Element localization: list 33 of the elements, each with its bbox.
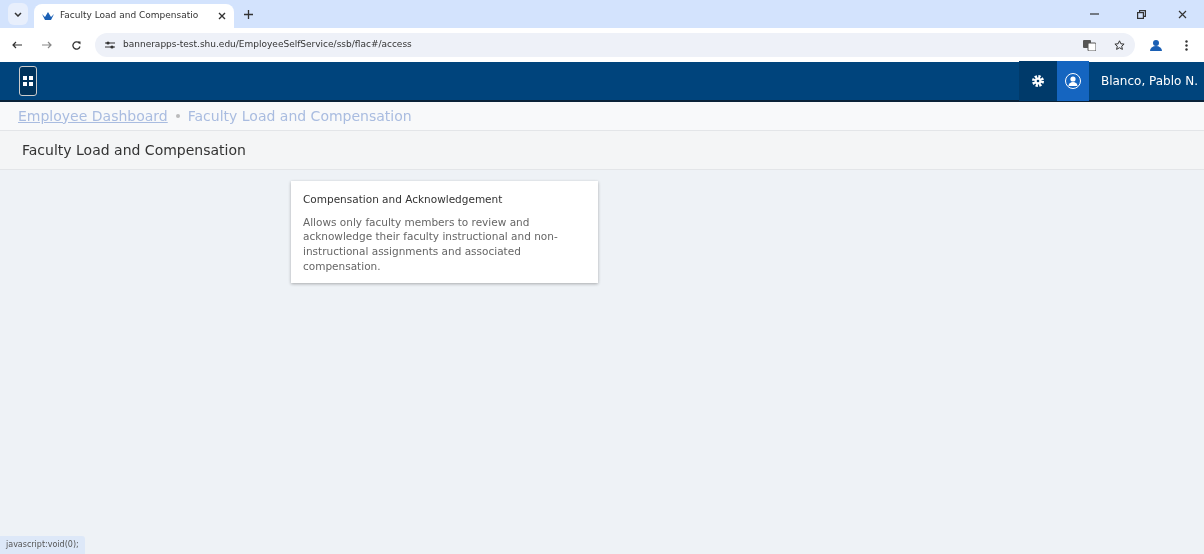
- reload-icon[interactable]: [72, 40, 81, 50]
- crown-icon: [42, 11, 54, 21]
- address-bar[interactable]: bannerapps-test.shu.edu/EmployeeSelfService/ssb/flac#/access: [95, 33, 1135, 57]
- app-card[interactable]: Compensation and Acknowledgement Allows only faculty members to review and acknowledge their faculty instructional and non-instructional assignments and associated compensation.: [291, 181, 598, 284]
- close-icon[interactable]: [218, 12, 226, 20]
- close-icon[interactable]: [1178, 10, 1187, 19]
- breadcrumb-current: Faculty Load and Compensation: [187, 106, 412, 126]
- settings-icon: [1030, 74, 1045, 88]
- url-text: bannerapps-test.shu.edu/EmployeeSelfService/ssb/flac#/access: [123, 38, 413, 52]
- tab-list-button[interactable]: [8, 3, 28, 25]
- profile-icon[interactable]: [1149, 38, 1163, 52]
- plus-icon[interactable]: [244, 10, 253, 19]
- settings-button[interactable]: [1018, 61, 1057, 101]
- user-button[interactable]: [1056, 61, 1089, 101]
- card-description: Allows only faculty members to review and acknowledge their faculty instructional and non-instructional assignments and associated compensation.: [303, 214, 559, 274]
- separator-dot: [175, 114, 180, 118]
- translate-icon[interactable]: [1083, 39, 1096, 51]
- menu-icon[interactable]: [1185, 39, 1188, 51]
- sliders-icon[interactable]: [105, 41, 115, 49]
- forward-icon[interactable]: [42, 41, 52, 49]
- user-icon: [1064, 73, 1081, 89]
- apps-button[interactable]: [19, 66, 37, 96]
- page-title: Faculty Load and Compensation: [22, 140, 246, 160]
- star-icon[interactable]: [1114, 39, 1125, 51]
- status-bar: javascript:void(0);: [0, 536, 85, 554]
- user-name[interactable]: Blanco, Pablo N.: [1088, 72, 1204, 90]
- chevron-down-icon: [14, 12, 22, 17]
- restore-icon[interactable]: [1137, 10, 1146, 19]
- tab-title: Faculty Load and Compensatio: [60, 9, 200, 23]
- card-title: Compensation and Acknowledgement: [303, 193, 504, 206]
- grid-icon: [23, 76, 33, 86]
- back-icon[interactable]: [12, 41, 22, 49]
- browser-tab[interactable]: Faculty Load and Compensatio: [34, 4, 234, 28]
